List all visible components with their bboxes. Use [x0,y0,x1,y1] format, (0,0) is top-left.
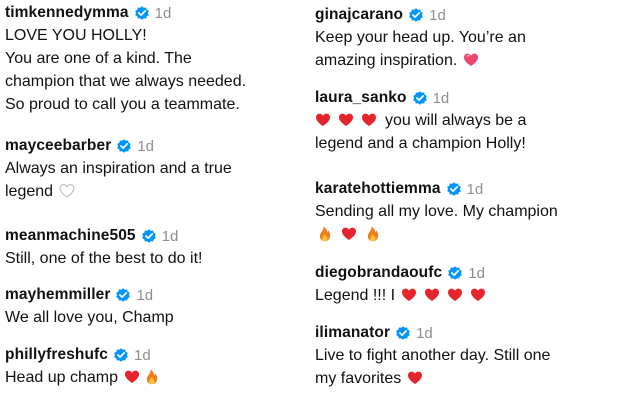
comment-header: phillyfreshufc 1d [5,344,162,366]
comment-header: timkennedymma 1d [5,2,246,24]
fire-emoji-icon [144,369,160,385]
username-link[interactable]: mayceebarber [5,137,111,155]
pink-heart-emoji-icon [463,52,479,67]
comment-text: you will always be a legend and a champi… [315,109,526,155]
verified-badge-icon [408,7,424,23]
username-link[interactable]: laura_sanko [315,89,407,107]
verified-badge-icon [141,228,157,244]
comment-text: Head up champ [5,366,162,389]
comment-text-fragment: you will always be a [385,112,527,129]
comment-text-line: Always an inspiration and a true [5,160,232,177]
comment-header: ilimanator 1d [315,322,550,344]
comment-text: Legend !!! I [315,284,488,307]
verified-badge-icon [113,347,129,363]
comment-text-line-with-emoji: Head up champ [5,366,162,389]
verified-badge-icon [412,90,428,106]
comment-karatehottiemma: karatehottiemma 1d Sending all my love. … [315,178,558,246]
comment-text-line-with-emoji: Legend !!! I [315,284,488,307]
comment-header: ginajcarano 1d [315,4,526,26]
fire-emoji-icon [365,226,381,242]
verified-badge-icon [447,265,463,281]
red-heart-emoji-icon [315,112,331,127]
red-heart-emoji-icon [361,112,377,127]
comment-timestamp[interactable]: 1d [134,347,151,364]
username-link[interactable]: karatehottiemma [315,180,441,198]
comment-laura-sanko: laura_sanko 1d you will always be a lege… [315,87,526,155]
comment-text: LOVE YOU HOLLY! You are one of a kind. T… [5,24,246,116]
username-link[interactable]: meanmachine505 [5,227,136,245]
comment-header: laura_sanko 1d [315,87,526,109]
comment-timestamp[interactable]: 1d [468,265,485,282]
comment-text-line: LOVE YOU HOLLY! [5,27,147,44]
comment-header: karatehottiemma 1d [315,178,558,200]
red-heart-emoji-icon [341,226,357,241]
red-heart-emoji-icon [470,287,486,302]
username-link[interactable]: phillyfreshufc [5,346,108,364]
red-heart-emoji-icon [338,112,354,127]
comment-text-line-with-emoji: amazing inspiration. [315,49,526,72]
red-heart-emoji-icon [407,370,423,385]
comment-ilimanator: ilimanator 1d Live to fight another day.… [315,322,550,390]
comment-text-fragment: Legend !!! I [315,287,396,304]
comment-timestamp[interactable]: 1d [416,325,433,342]
comment-text-line: champion that we always needed. [5,73,247,90]
comment-header: mayceebarber 1d [5,135,232,157]
comment-text-line: So proud to call you a teammate. [5,96,240,113]
comment-text: Sending all my love. My champion [315,200,558,246]
comment-text-line-with-emoji: you will always be a [315,109,526,132]
verified-badge-icon [395,325,411,341]
comment-text-line: We all love you, Champ [5,309,174,326]
comment-mayhemmiller: mayhemmiller 1d We all love you, Champ [5,284,174,329]
red-heart-emoji-icon [424,287,440,302]
comment-text-fragment: my favorites [315,370,402,387]
username-link[interactable]: ginajcarano [315,6,403,24]
verified-badge-icon [134,5,150,21]
comment-text-fragment: Head up champ [5,369,118,386]
comment-text-line-with-emoji: my favorites [315,367,550,390]
comment-timestamp[interactable]: 1d [433,90,450,107]
comment-timestamp[interactable]: 1d [429,7,446,24]
comment-phillyfreshufc: phillyfreshufc 1d Head up champ [5,344,162,389]
comment-meanmachine505: meanmachine505 1d Still, one of the best… [5,225,202,270]
username-link[interactable]: mayhemmiller [5,286,110,304]
comment-timestamp[interactable]: 1d [467,181,484,198]
verified-badge-icon [116,138,132,154]
comment-text-line: Sending all my love. My champion [315,203,558,220]
comment-diegobrandaoufc: diegobrandaoufc 1d Legend !!! I [315,262,488,307]
comment-timestamp[interactable]: 1d [137,138,154,155]
username-link[interactable]: timkennedymma [5,4,129,22]
comment-header: meanmachine505 1d [5,225,202,247]
comment-timestamp[interactable]: 1d [155,5,172,22]
comment-ginajcarano: ginajcarano 1d Keep your head up. You’re… [315,4,526,72]
comment-timkennedymma: timkennedymma 1d LOVE YOU HOLLY! You are… [5,2,246,116]
verified-badge-icon [446,181,462,197]
comment-header: diegobrandaoufc 1d [315,262,488,284]
comment-header: mayhemmiller 1d [5,284,174,306]
comment-emoji-line [315,223,558,246]
comment-text-line: legend and a champion Holly! [315,135,526,152]
red-heart-emoji-icon [447,287,463,302]
comment-text-fragment: legend [5,183,54,200]
comment-text-line: Still, one of the best to do it! [5,250,203,267]
fire-emoji-icon [317,226,333,242]
username-link[interactable]: ilimanator [315,324,390,342]
comment-mayceebarber: mayceebarber 1d Always an inspiration an… [5,135,232,203]
white-heart-emoji-icon [59,183,75,198]
verified-badge-icon [115,287,131,303]
username-link[interactable]: diegobrandaoufc [315,264,442,282]
comment-timestamp[interactable]: 1d [136,287,153,304]
comment-text: Always an inspiration and a true legend [5,157,232,203]
comment-text-line: You are one of a kind. The [5,50,192,67]
red-heart-emoji-icon [124,369,140,384]
comment-text-fragment: amazing inspiration. [315,52,458,69]
comment-text-line-with-emoji: legend [5,180,232,203]
comment-timestamp[interactable]: 1d [162,228,179,245]
comment-text-line: Keep your head up. You’re an [315,29,526,46]
comment-text: Keep your head up. You’re an amazing ins… [315,26,526,72]
comment-text: We all love you, Champ [5,306,174,329]
red-heart-emoji-icon [401,287,417,302]
comment-text: Live to fight another day. Still one my … [315,344,550,390]
comment-text-line: Live to fight another day. Still one [315,347,551,364]
comment-text: Still, one of the best to do it! [5,247,202,270]
